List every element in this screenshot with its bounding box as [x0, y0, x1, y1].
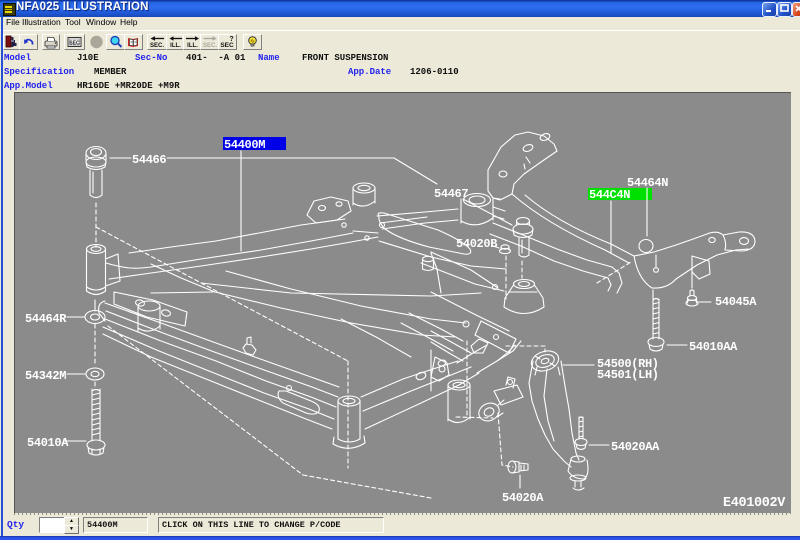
- svg-text:SEC.: SEC.: [203, 43, 217, 49]
- svg-text:54466: 54466: [132, 153, 166, 167]
- svg-text:SEC: SEC: [69, 41, 80, 47]
- svg-text:ILL.: ILL.: [170, 43, 181, 49]
- svg-text:54020B: 54020B: [456, 237, 497, 251]
- svg-text:54467: 54467: [434, 187, 468, 201]
- svg-text:54464N: 54464N: [627, 176, 668, 190]
- svg-text:54045A: 54045A: [715, 295, 757, 309]
- svg-text:54464R: 54464R: [25, 312, 67, 326]
- svg-text:54020A: 54020A: [502, 491, 544, 505]
- svg-text:54010AA: 54010AA: [689, 340, 738, 354]
- svg-text:54400M: 54400M: [224, 138, 265, 152]
- svg-text:E401002V: E401002V: [723, 496, 786, 511]
- svg-text:54501(LH): 54501(LH): [597, 368, 659, 382]
- svg-text:54020AA: 54020AA: [611, 440, 660, 454]
- svg-text:SEC.: SEC.: [150, 43, 164, 49]
- svg-text:54010A: 54010A: [27, 436, 69, 450]
- svg-text:544C4N: 544C4N: [589, 188, 630, 202]
- svg-text:ILL.: ILL.: [187, 43, 198, 49]
- svg-text:54342M: 54342M: [25, 369, 66, 383]
- svg-text:SEC: SEC: [220, 42, 234, 49]
- svg-text:?: ?: [229, 36, 233, 43]
